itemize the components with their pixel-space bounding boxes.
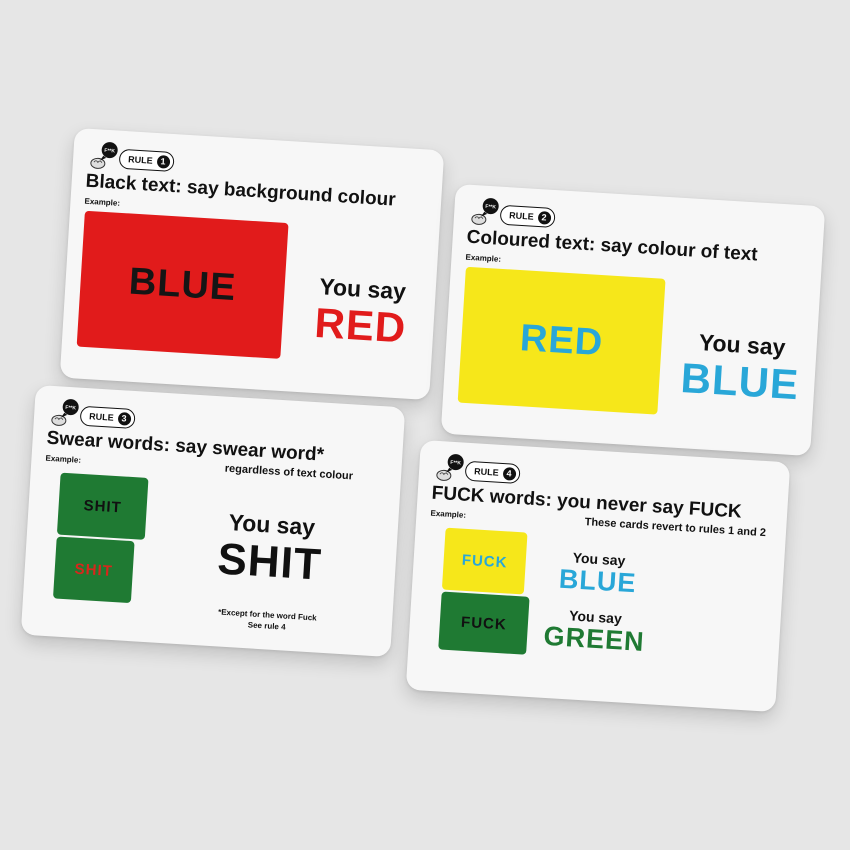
swatch-word: RED [518,316,605,364]
brain-speech-logo-icon: F**K [51,399,79,426]
svg-text:F**K: F**K [65,405,76,412]
you-say-answer: You say SHIT [208,508,332,590]
you-say-answer: You say BLUE [671,328,810,409]
answer-word: GREEN [542,620,646,657]
rule-badge: RULE 4 [464,460,521,485]
answer-word: SHIT [216,534,324,590]
example-swatch: FUCK [441,527,528,595]
example-label: Example: [45,453,82,465]
example-label: Example: [465,252,502,264]
rule-number: 1 [156,154,170,169]
example-label: Example: [430,508,467,520]
card-heading: Black text: say background colour [85,170,397,211]
you-say-answer: You say RED [294,272,428,353]
rule-number: 2 [537,210,551,225]
swatch-word: BLUE [127,260,238,309]
rule-label: RULE [88,411,114,423]
brain-speech-logo-icon: F**K [436,454,464,481]
rule-number: 3 [117,411,131,426]
rule-badge: RULE 3 [79,405,136,430]
brain-speech-logo-icon: F**K [90,142,118,169]
you-say-answer: You say GREEN [538,606,651,658]
example-swatch: BLUE [76,210,289,359]
rule-card-2: F**K RULE 2 Coloured text: say colour of… [440,183,826,457]
answer-word: RED [313,298,408,352]
svg-text:F**K: F**K [450,460,461,467]
card-heading: Coloured text: say colour of text [466,226,759,266]
brain-speech-logo-icon: F**K [471,198,499,225]
answer-word: BLUE [558,563,638,599]
you-say-answer: You say BLUE [552,548,645,598]
example-swatch: SHIT [52,536,135,604]
example-swatch: SHIT [56,472,149,540]
swatch-word: SHIT [74,560,114,580]
example-swatch: FUCK [438,591,530,655]
rule-label: RULE [473,466,499,478]
swatch-word: FUCK [460,613,508,634]
rule-label: RULE [508,210,534,222]
rule-label: RULE [127,154,153,166]
rule-card-1: F**K RULE 1 Black text: say background c… [59,127,445,401]
rule-badge: RULE 2 [499,204,556,229]
example-swatch: RED [457,266,666,415]
svg-text:F**K: F**K [485,204,496,211]
footnote: *Except for the word Fuck See rule 4 [201,606,332,636]
rule-badge: RULE 1 [118,148,175,173]
svg-text:F**K: F**K [104,148,115,155]
answer-word: BLUE [679,354,801,409]
rule-card-4: F**K RULE 4 FUCK words: you never say FU… [405,439,791,713]
rule-number: 4 [502,466,516,481]
swatch-word: SHIT [83,496,123,516]
rule-card-3: F**K RULE 3 Swear words: say swear word*… [20,384,406,658]
card-heading: Swear words: say swear word* [46,427,325,466]
example-label: Example: [84,196,121,208]
swatch-word: FUCK [461,551,509,571]
